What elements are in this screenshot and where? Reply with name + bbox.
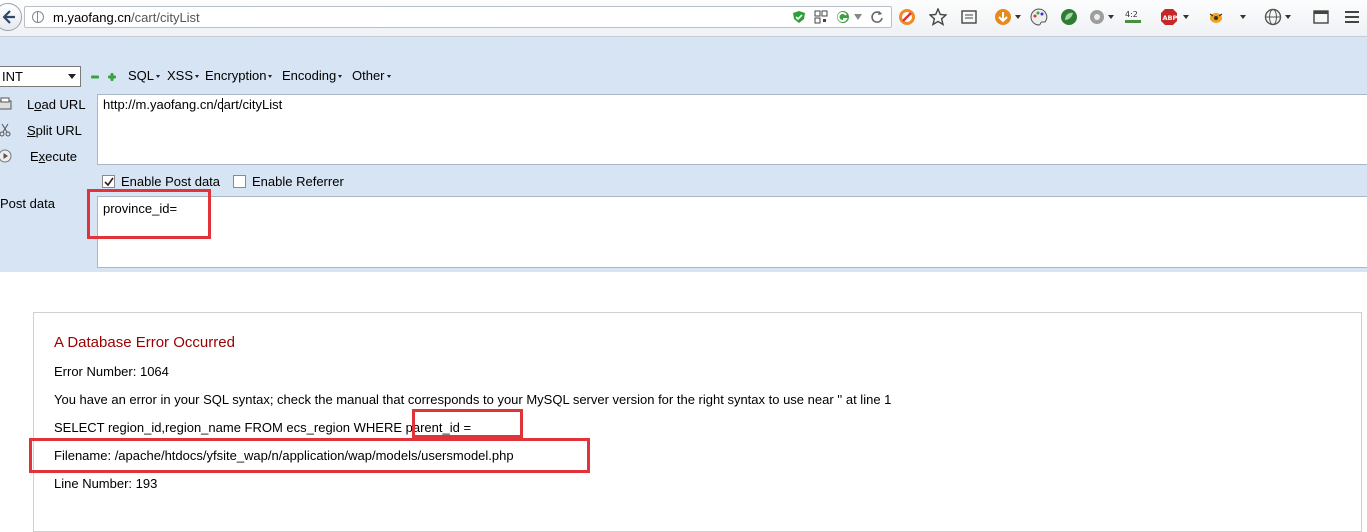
post-data-textarea[interactable]: province_id= [97,196,1367,268]
chevron-down-icon[interactable] [1285,15,1291,19]
load-url-label: Load URL [27,97,86,112]
qr-code-icon[interactable] [814,10,828,24]
error-heading: A Database Error Occurred [54,334,235,351]
caret-icon [195,75,200,79]
back-arrow-icon [3,10,15,24]
chevron-down-icon[interactable] [854,14,862,20]
text-cursor [222,98,223,112]
menu-encoding[interactable]: Encoding [282,68,343,83]
chevron-down-icon[interactable] [1108,15,1114,19]
palette-icon[interactable] [1030,8,1048,26]
back-button[interactable] [0,3,22,31]
error-message: You have an error in your SQL syntax; ch… [54,392,892,407]
adblock-plus-icon[interactable]: ABP [1160,8,1178,26]
reading-list-icon[interactable] [960,8,978,26]
counter-badge-icon[interactable]: 4:2 [1124,8,1142,26]
scissors-icon [0,123,11,137]
bookmark-star-icon[interactable] [929,8,947,26]
svg-text:ABP: ABP [1163,14,1178,22]
block-icon[interactable] [898,8,916,26]
g-refresh-icon[interactable] [836,10,850,24]
highlight-parent-id [412,409,523,438]
caret-icon [156,75,161,79]
address-bar[interactable]: m.yaofang.cn/cart/cityList [24,6,892,28]
type-select[interactable]: INT [0,66,81,87]
split-url-label: Split URL [27,123,82,138]
shield-check-icon[interactable] [792,10,806,24]
reload-icon[interactable] [870,10,884,24]
menu-icon[interactable] [1343,8,1361,26]
chevron-down-icon[interactable] [1015,15,1021,19]
url-textarea[interactable]: http://m.yaofang.cn/cart/cityList [97,94,1367,165]
window-icon[interactable] [1312,8,1330,26]
sql-statement: SELECT region_id,region_name FROM ecs_re… [54,420,472,435]
browser-toolbar: m.yaofang.cn/cart/cityList 4:2 ABP [0,0,1367,37]
post-data-label: Post data [0,196,55,211]
menu-sql[interactable]: SQL [128,68,161,83]
caret-icon [338,75,343,79]
chevron-down-icon[interactable] [1240,15,1246,19]
checkmark-icon [104,177,114,187]
minus-icon[interactable] [91,73,99,81]
execute-label: Execute [30,149,77,164]
caret-icon [386,75,391,79]
database-error-box: A Database Error Occurred Error Number: … [33,312,1362,532]
error-line-number: Line Number: 193 [54,476,158,491]
enable-post-checkbox[interactable] [102,175,115,188]
download-helper-icon[interactable] [994,8,1012,26]
globe-menu-icon[interactable] [1264,8,1282,26]
globe-icon [32,11,44,23]
menu-encryption[interactable]: Encryption [205,68,273,83]
chevron-down-icon[interactable] [1183,15,1189,19]
load-icon [0,97,12,110]
enable-referrer-checkbox[interactable] [233,175,246,188]
dropdown-arrow-icon [68,74,76,79]
gear-icon[interactable] [1088,8,1106,26]
highlight-filename [29,438,590,473]
green-leaf-icon[interactable] [1060,8,1078,26]
menu-other[interactable]: Other [352,68,391,83]
address-text: m.yaofang.cn/cart/cityList [53,10,200,25]
svg-text:4:2: 4:2 [1125,10,1138,19]
firebug-icon[interactable] [1207,8,1225,26]
url-textarea-value: http://m.yaofang.cn/cart/cityList [103,97,283,112]
highlight-post-data [87,189,211,239]
plus-icon[interactable] [108,73,116,81]
play-icon [0,149,12,163]
enable-post-label: Enable Post data [121,174,221,189]
type-select-value: INT [2,69,23,84]
enable-referrer-label: Enable Referrer [252,174,344,189]
menu-xss[interactable]: XSS [167,68,200,83]
caret-icon [268,75,273,79]
error-number: Error Number: 1064 [54,364,169,379]
